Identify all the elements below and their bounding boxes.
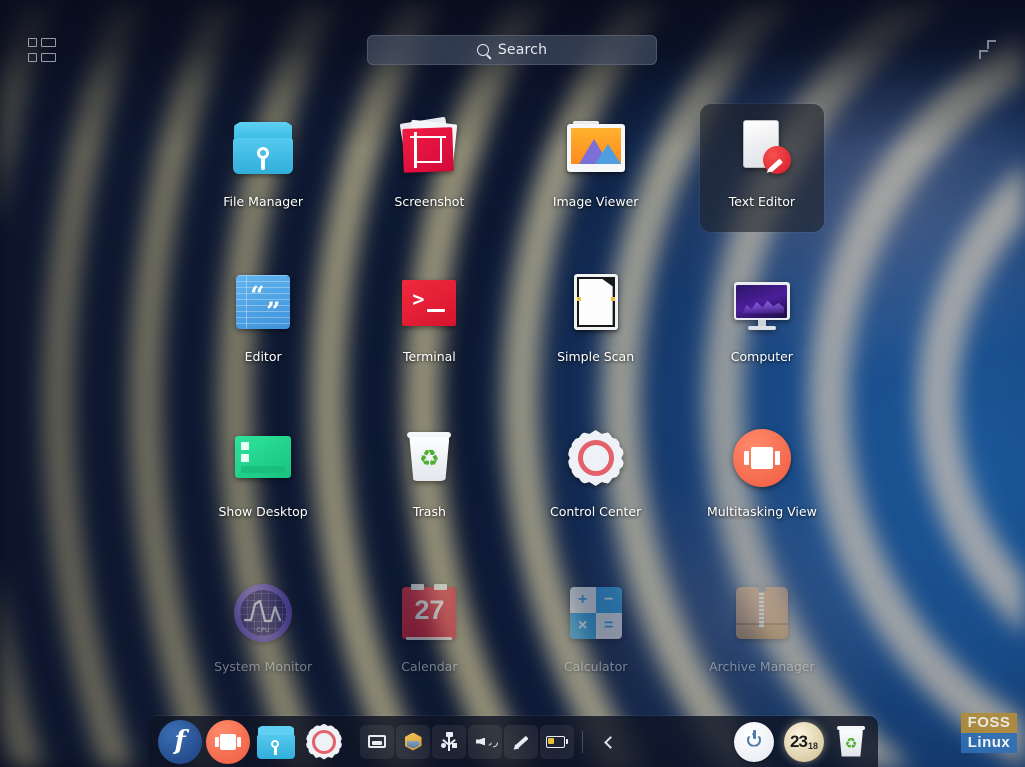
list-view-icon[interactable] [28, 38, 56, 62]
app-label: Editor [245, 349, 282, 364]
app-label: System Monitor [214, 659, 312, 674]
archive-manager-icon [730, 581, 794, 645]
control-center-icon[interactable] [302, 720, 346, 764]
recycle-glyph: ♻ [417, 447, 441, 471]
app-item-calendar[interactable]: 27 Calendar [367, 569, 491, 697]
app-label: Show Desktop [218, 504, 307, 519]
app-item-trash[interactable]: ♻ Trash [367, 414, 491, 542]
dock-right-group: 23 18 ♻ [734, 722, 868, 762]
app-label: Computer [731, 349, 793, 364]
calc-key-plus: + [570, 587, 596, 613]
app-item-image-viewer[interactable]: Image Viewer [534, 104, 658, 232]
app-label: Text Editor [729, 194, 795, 209]
app-item-control-center[interactable]: Control Center [534, 414, 658, 542]
app-item-computer[interactable]: Computer [700, 259, 824, 387]
app-label: Terminal [403, 349, 456, 364]
clock-widget[interactable]: 23 18 [784, 722, 824, 762]
app-item-terminal[interactable]: > Terminal [367, 259, 491, 387]
app-label: Multitasking View [707, 504, 817, 519]
display-icon[interactable] [360, 725, 394, 759]
file-manager-icon [231, 116, 295, 180]
file-manager-icon[interactable] [254, 720, 298, 764]
watermark-line-2: Linux [961, 733, 1017, 753]
application-grid: File Manager Screenshot Image Viewer Tex… [0, 104, 1025, 704]
app-label: Simple Scan [557, 349, 634, 364]
calc-key-times: × [570, 613, 596, 639]
app-item-system-monitor[interactable]: CPU System Monitor [201, 569, 325, 697]
app-label: File Manager [223, 194, 303, 209]
tray-separator [582, 731, 583, 753]
battery-icon[interactable] [540, 725, 574, 759]
watermark-line-1: FOSS [961, 713, 1017, 733]
clock-minutes: 18 [808, 742, 818, 751]
app-item-screenshot[interactable]: Screenshot [367, 104, 491, 232]
pen-icon[interactable] [504, 725, 538, 759]
calendar-day-number: 27 [397, 597, 461, 624]
show-desktop-icon [231, 426, 295, 490]
app-label: Screenshot [394, 194, 464, 209]
volume-icon[interactable] [468, 725, 502, 759]
text-editor-icon [730, 116, 794, 180]
simple-scan-icon [564, 271, 628, 335]
trash-icon[interactable]: ♻ [834, 722, 868, 762]
foss-linux-watermark: FOSS Linux [961, 713, 1017, 754]
trash-icon: ♻ [397, 426, 461, 490]
calendar-icon: 27 [397, 581, 461, 645]
collapse-corner-icon[interactable] [977, 38, 999, 60]
system-monitor-icon: CPU [231, 581, 295, 645]
usb-icon[interactable] [432, 725, 466, 759]
terminal-prompt-glyph: > [412, 289, 424, 309]
overview-top-bar: Search [0, 0, 1025, 86]
editor-icon: “ ” [231, 271, 295, 335]
multitasking-view-icon[interactable] [206, 720, 250, 764]
app-item-file-manager[interactable]: File Manager [201, 104, 325, 232]
control-center-icon [564, 426, 628, 490]
app-label: Image Viewer [553, 194, 639, 209]
app-item-show-desktop[interactable]: Show Desktop [201, 414, 325, 542]
app-item-calculator[interactable]: + − × = Calculator [534, 569, 658, 697]
computer-icon [730, 271, 794, 335]
search-input[interactable]: Search [367, 35, 657, 65]
editor-quote-open: “ [250, 283, 264, 308]
calc-key-minus: − [596, 587, 622, 613]
app-label: Archive Manager [709, 659, 815, 674]
fedora-logo-icon[interactable] [158, 720, 202, 764]
search-placeholder-label: Search [498, 42, 547, 58]
package-icon[interactable] [396, 725, 430, 759]
app-item-simple-scan[interactable]: Simple Scan [534, 259, 658, 387]
chevron-left-icon[interactable] [591, 725, 625, 759]
clock-hours: 23 [790, 733, 807, 750]
dock-launcher-group [158, 720, 346, 764]
app-item-multitasking-view[interactable]: Multitasking View [700, 414, 824, 542]
multitasking-view-icon [730, 426, 794, 490]
screenshot-icon [397, 116, 461, 180]
calculator-icon: + − × = [564, 581, 628, 645]
app-item-text-editor[interactable]: Text Editor [700, 104, 824, 232]
image-viewer-icon [564, 116, 628, 180]
app-item-archive-manager[interactable]: Archive Manager [700, 569, 824, 697]
calc-key-equals: = [596, 613, 622, 639]
power-icon[interactable] [734, 722, 774, 762]
system-tray [360, 725, 625, 759]
recycle-glyph: ♻ [843, 737, 859, 751]
app-label: Calendar [401, 659, 457, 674]
app-label: Calculator [564, 659, 627, 674]
app-item-editor[interactable]: “ ” Editor [201, 259, 325, 387]
taskbar-dock: 23 18 ♻ [148, 716, 878, 767]
terminal-icon: > [397, 271, 461, 335]
editor-quote-close: ” [266, 299, 280, 324]
app-label: Control Center [550, 504, 641, 519]
search-icon [477, 44, 489, 56]
cpu-label: CPU [231, 627, 295, 634]
app-label: Trash [413, 504, 446, 519]
